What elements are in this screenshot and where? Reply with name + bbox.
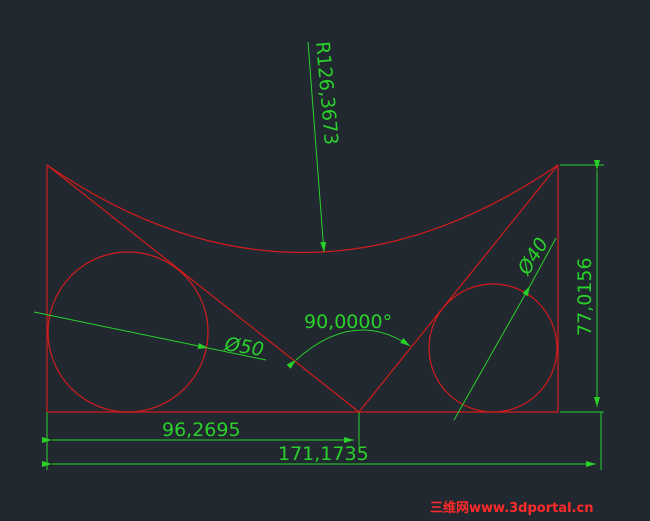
cad-drawing: R126,3673 Ø50 Ø40 90,0000° 77,0156 96,26… [33, 41, 604, 516]
part-geometry [46, 164, 559, 413]
height-label: 77,0156 [574, 257, 596, 336]
right-diameter-line [453, 285, 531, 421]
radius-label: R126,3673 [311, 41, 342, 146]
width-partial-label: 96,2695 [162, 419, 241, 441]
angle-arc [286, 329, 411, 369]
left-diameter-line [33, 311, 209, 349]
right-diameter-label: Ø40 [513, 234, 553, 280]
left-diameter-label: Ø50 [222, 333, 265, 361]
top-arc [46, 164, 559, 253]
right-circle [428, 283, 558, 413]
left-slope [46, 164, 360, 413]
left-circle [47, 251, 209, 413]
watermark: 三维网www.3dportal.cn [430, 500, 593, 516]
dimensions: R126,3673 Ø50 Ø40 90,0000° 77,0156 96,26… [33, 41, 604, 470]
width-total-label: 171,1735 [278, 443, 369, 465]
angle-label: 90,0000° [304, 311, 392, 333]
